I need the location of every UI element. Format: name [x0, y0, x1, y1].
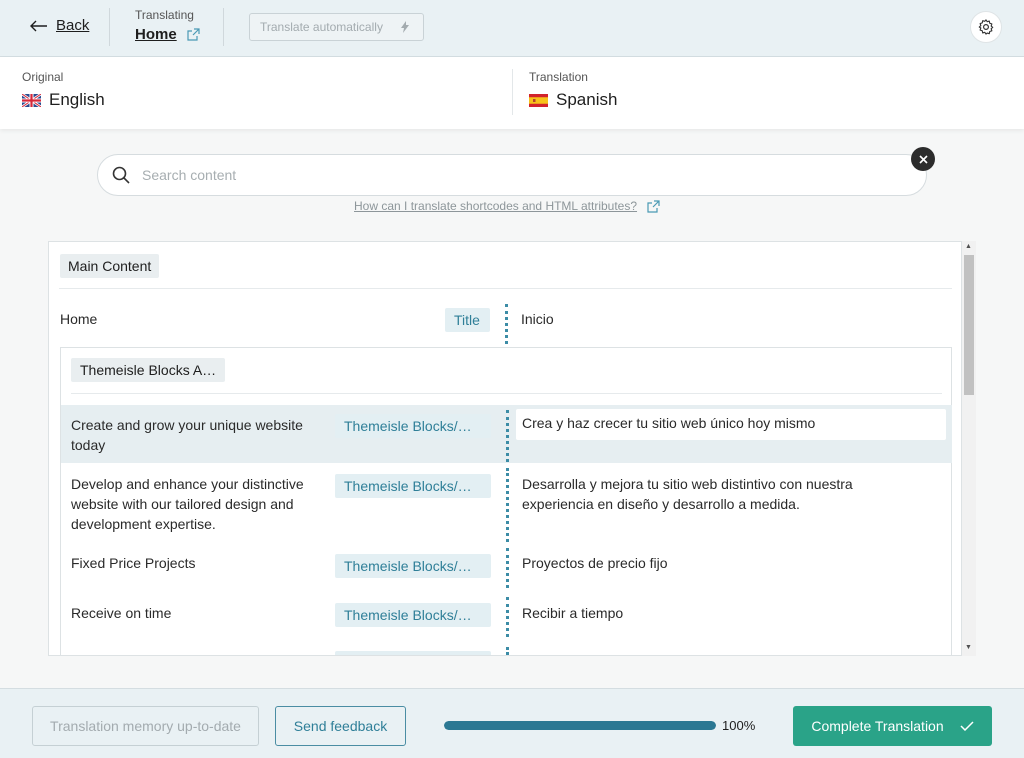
settings-button[interactable] [970, 11, 1002, 43]
back-button[interactable]: Back [30, 17, 89, 34]
uk-flag-icon [22, 93, 41, 107]
column-divider [506, 410, 509, 462]
close-icon [918, 154, 928, 164]
language-bar: Original English Translation Spanish [0, 57, 1024, 129]
translate-automatically-label: Translate automatically [260, 20, 383, 34]
field-tag-partial [335, 651, 491, 655]
scroll-up-icon[interactable]: ▲ [965, 243, 972, 250]
spain-flag-icon [529, 93, 548, 107]
arrow-left-icon [30, 20, 47, 31]
field-tag: Themeisle Blocks/… [335, 414, 491, 438]
external-link-icon[interactable] [187, 28, 200, 41]
block-group: Themeisle Blocks A… Create and grow your… [60, 347, 952, 655]
source-text-title: Home [60, 311, 98, 327]
divider [71, 393, 942, 394]
progress-bar [444, 721, 716, 730]
complete-translation-button[interactable]: Complete Translation [793, 706, 992, 746]
clear-search-button[interactable] [911, 147, 935, 171]
block-label-themeisle: Themeisle Blocks A… [71, 358, 226, 382]
original-language: Original English [22, 70, 105, 110]
scrollbar-thumb[interactable] [964, 255, 974, 395]
source-text: Fixed Price Projects [71, 555, 196, 571]
column-divider [506, 548, 509, 588]
translate-automatically-button[interactable]: Translate automatically [249, 13, 424, 41]
translating-info: Translating Home [135, 8, 200, 43]
shortcodes-help-link[interactable]: How can I translate shortcodes and HTML … [354, 199, 660, 213]
field-tag: Themeisle Blocks/… [335, 603, 491, 627]
column-divider [506, 468, 509, 542]
progress-percent: 100% [722, 718, 756, 733]
original-language-name: English [49, 90, 105, 109]
source-text: Create and grow your unique website toda… [71, 417, 303, 453]
translation-label: Translation [529, 70, 588, 84]
field-tag: Themeisle Blocks/… [335, 474, 491, 498]
translation-memory-button[interactable]: Translation memory up-to-date [32, 706, 259, 746]
column-divider [505, 304, 508, 344]
page-name-link[interactable]: Home [135, 26, 177, 43]
target-text[interactable]: Proyectos de precio fijo [522, 553, 902, 573]
send-feedback-button[interactable]: Send feedback [275, 706, 406, 746]
translation-language-name: Spanish [556, 90, 618, 109]
search-bar [97, 154, 927, 196]
original-label: Original [22, 70, 64, 84]
footer-bar: Translation memory up-to-date Send feedb… [0, 688, 1024, 758]
target-text[interactable]: Recibir a tiempo [522, 603, 902, 623]
gear-icon [978, 19, 994, 35]
bolt-icon [400, 21, 409, 33]
target-text-title[interactable]: Inicio [521, 309, 941, 329]
help-link-label: How can I translate shortcodes and HTML … [354, 199, 638, 213]
external-link-icon [647, 199, 660, 213]
search-icon [112, 166, 130, 184]
divider [512, 69, 513, 115]
progress-fill [444, 721, 716, 730]
field-tag: Themeisle Blocks/… [335, 554, 491, 578]
check-icon [960, 721, 974, 731]
translating-label: Translating [135, 8, 194, 22]
translation-input[interactable]: Crea y haz crecer tu sitio web único hoy… [516, 409, 946, 440]
translation-language: Translation Spanish [529, 70, 617, 110]
complete-translation-label: Complete Translation [811, 718, 944, 734]
divider [59, 288, 952, 289]
divider [109, 8, 110, 46]
scroll-down-icon[interactable]: ▼ [965, 644, 972, 651]
top-bar: Back Translating Home Translate automati… [0, 0, 1024, 57]
back-label: Back [56, 17, 90, 34]
content-panel: Main Content Home Title Inicio Themeisle… [48, 241, 962, 656]
column-divider [506, 647, 509, 655]
field-tag-title: Title [445, 308, 490, 332]
search-input[interactable] [142, 167, 842, 183]
column-divider [506, 597, 509, 637]
target-text[interactable]: Desarrolla y mejora tu sitio web distint… [522, 474, 902, 514]
source-text: Receive on time [71, 605, 172, 621]
section-label-main-content: Main Content [60, 254, 160, 278]
source-text: Develop and enhance your distinctive web… [71, 476, 304, 532]
content-scrollbar[interactable]: ▲ ▼ [962, 241, 976, 656]
divider [223, 8, 224, 46]
